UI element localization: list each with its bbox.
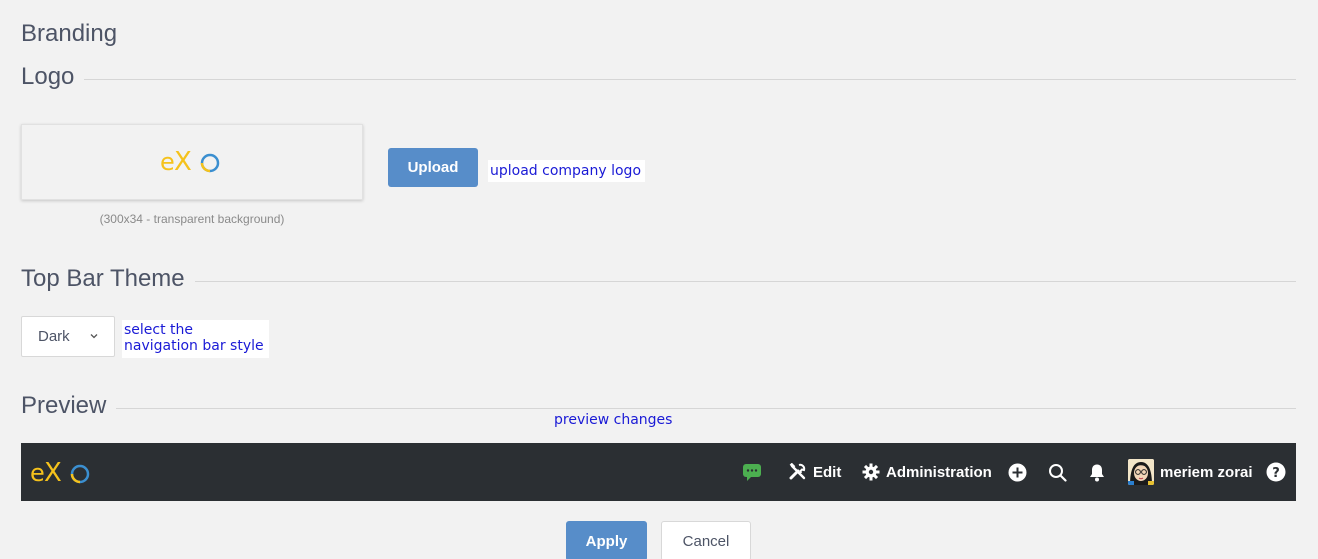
upload-hint: upload company logo (488, 160, 646, 182)
section-divider (116, 407, 1296, 409)
exo-logo: e X (160, 147, 220, 177)
topbar-brand-logo[interactable]: e X (30, 458, 94, 493)
avatar (1128, 459, 1154, 485)
help-icon: ? (1266, 462, 1286, 482)
apply-button[interactable]: Apply (566, 521, 647, 559)
logo-size-caption: (300x34 - transparent background) (99, 212, 285, 226)
theme-select-value: Dark (38, 328, 70, 345)
chevron-down-icon (90, 334, 98, 339)
logo-section-header: Logo (21, 63, 1296, 91)
svg-text:?: ? (1272, 466, 1280, 481)
administration-menu[interactable]: Administration (862, 443, 992, 501)
svg-text:e: e (160, 148, 175, 176)
gear-icon (862, 463, 880, 481)
edit-label: Edit (813, 463, 842, 481)
chat-bubble-icon (743, 464, 761, 481)
branding-page: Branding Logo e X (300x34 - transparent … (0, 0, 1318, 559)
svg-text:X: X (44, 458, 62, 488)
section-divider (194, 280, 1296, 282)
search-icon (1049, 463, 1067, 482)
add-button[interactable] (1008, 443, 1027, 501)
topbar-preview: e X Edit Administration meriem zorai ? (21, 443, 1296, 501)
theme-select[interactable]: Dark (21, 316, 115, 357)
bell-icon (1090, 464, 1104, 481)
logo-section-title: Logo (21, 63, 75, 90)
chat-button[interactable] (742, 443, 762, 501)
page-title: Branding (21, 20, 118, 47)
search-button[interactable] (1048, 443, 1067, 501)
upload-button[interactable]: Upload (388, 148, 478, 187)
section-divider (84, 78, 1296, 80)
preview-section-title: Preview (21, 392, 107, 419)
preview-hint: preview changes (554, 412, 673, 428)
exo-logo: e X (30, 458, 90, 488)
theme-section-header: Top Bar Theme (21, 265, 1296, 293)
administration-label: Administration (886, 463, 992, 481)
svg-text:X: X (174, 147, 192, 177)
notifications-button[interactable] (1088, 443, 1106, 501)
avatar-image (1128, 459, 1154, 485)
svg-text:e: e (30, 459, 45, 487)
theme-hint: select the navigation bar style (122, 320, 269, 358)
theme-section-title: Top Bar Theme (21, 265, 185, 292)
edit-menu[interactable]: Edit (789, 443, 841, 501)
plus-circle-icon (1008, 463, 1027, 481)
logo-preview-box: e X (21, 124, 363, 200)
user-name: meriem zorai (1160, 463, 1253, 481)
help-button[interactable]: ? (1266, 443, 1286, 501)
tools-icon (789, 463, 806, 480)
user-menu[interactable]: meriem zorai (1128, 443, 1253, 501)
cancel-button[interactable]: Cancel (661, 521, 751, 559)
